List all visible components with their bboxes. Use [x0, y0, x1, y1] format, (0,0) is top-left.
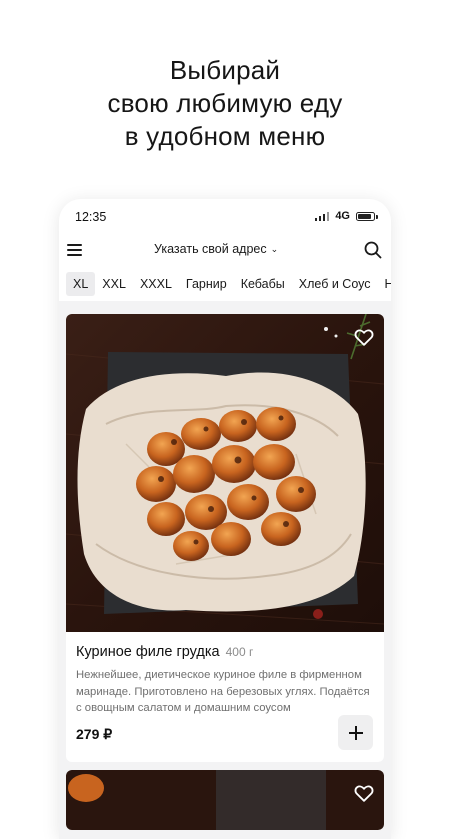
- tab-bread-sauce[interactable]: Хлеб и Соус: [292, 272, 378, 296]
- product-description: Нежнейшее, диетическое куриное филе в фи…: [76, 669, 370, 714]
- product-card-next[interactable]: [66, 770, 384, 830]
- status-bar: 12:35 4G: [59, 199, 391, 235]
- status-time: 12:35: [75, 210, 107, 224]
- product-info: Куриное филе грудка 400 г Нежнейшее, дие…: [66, 632, 384, 717]
- add-to-cart-button[interactable]: [338, 715, 373, 750]
- heart-icon[interactable]: [353, 782, 375, 804]
- product-photo: [66, 314, 384, 632]
- tab-xxl[interactable]: XXL: [95, 272, 133, 296]
- headline-line-1: Выбирай: [169, 55, 281, 85]
- status-indicators: 4G: [314, 210, 378, 222]
- product-card[interactable]: Куриное филе грудка 400 г Нежнейшее, дие…: [66, 314, 384, 762]
- product-weight: 400 г: [225, 645, 254, 659]
- signal-icon: [314, 211, 330, 221]
- address-label: Указать свой адрес: [154, 242, 267, 256]
- category-tabs: XL XXL XXXL Гарнир Кебабы Хлеб и Соус Н: [59, 267, 391, 301]
- tab-garnish[interactable]: Гарнир: [179, 272, 234, 296]
- tab-more[interactable]: Н: [378, 272, 391, 296]
- tab-kebabs[interactable]: Кебабы: [234, 272, 292, 296]
- heart-icon[interactable]: [353, 326, 375, 348]
- address-selector[interactable]: Указать свой адрес ⌄: [154, 242, 278, 256]
- search-icon[interactable]: [363, 240, 383, 260]
- headline-line-2: свою любимую еду: [107, 88, 343, 118]
- product-photo-next: [66, 770, 384, 830]
- app-header: Указать свой адрес ⌄: [59, 235, 391, 267]
- battery-icon: [356, 211, 378, 221]
- product-title: Куриное филе грудка: [76, 644, 220, 660]
- promo-headline: Выбирай свою любимую еду в удобном меню: [0, 54, 450, 153]
- network-type: 4G: [335, 210, 350, 222]
- plus-icon: [348, 725, 363, 740]
- phone-screen: 12:35 4G Указать свой адрес ⌄ XL XXL XXX…: [59, 199, 391, 839]
- tab-xxxl[interactable]: XXXL: [133, 272, 179, 296]
- headline-line-3: в удобном меню: [124, 121, 326, 151]
- tab-xl[interactable]: XL: [66, 272, 96, 296]
- chevron-down-icon: ⌄: [270, 244, 279, 254]
- menu-icon[interactable]: [67, 241, 85, 259]
- product-price: 279 ₽: [76, 726, 113, 742]
